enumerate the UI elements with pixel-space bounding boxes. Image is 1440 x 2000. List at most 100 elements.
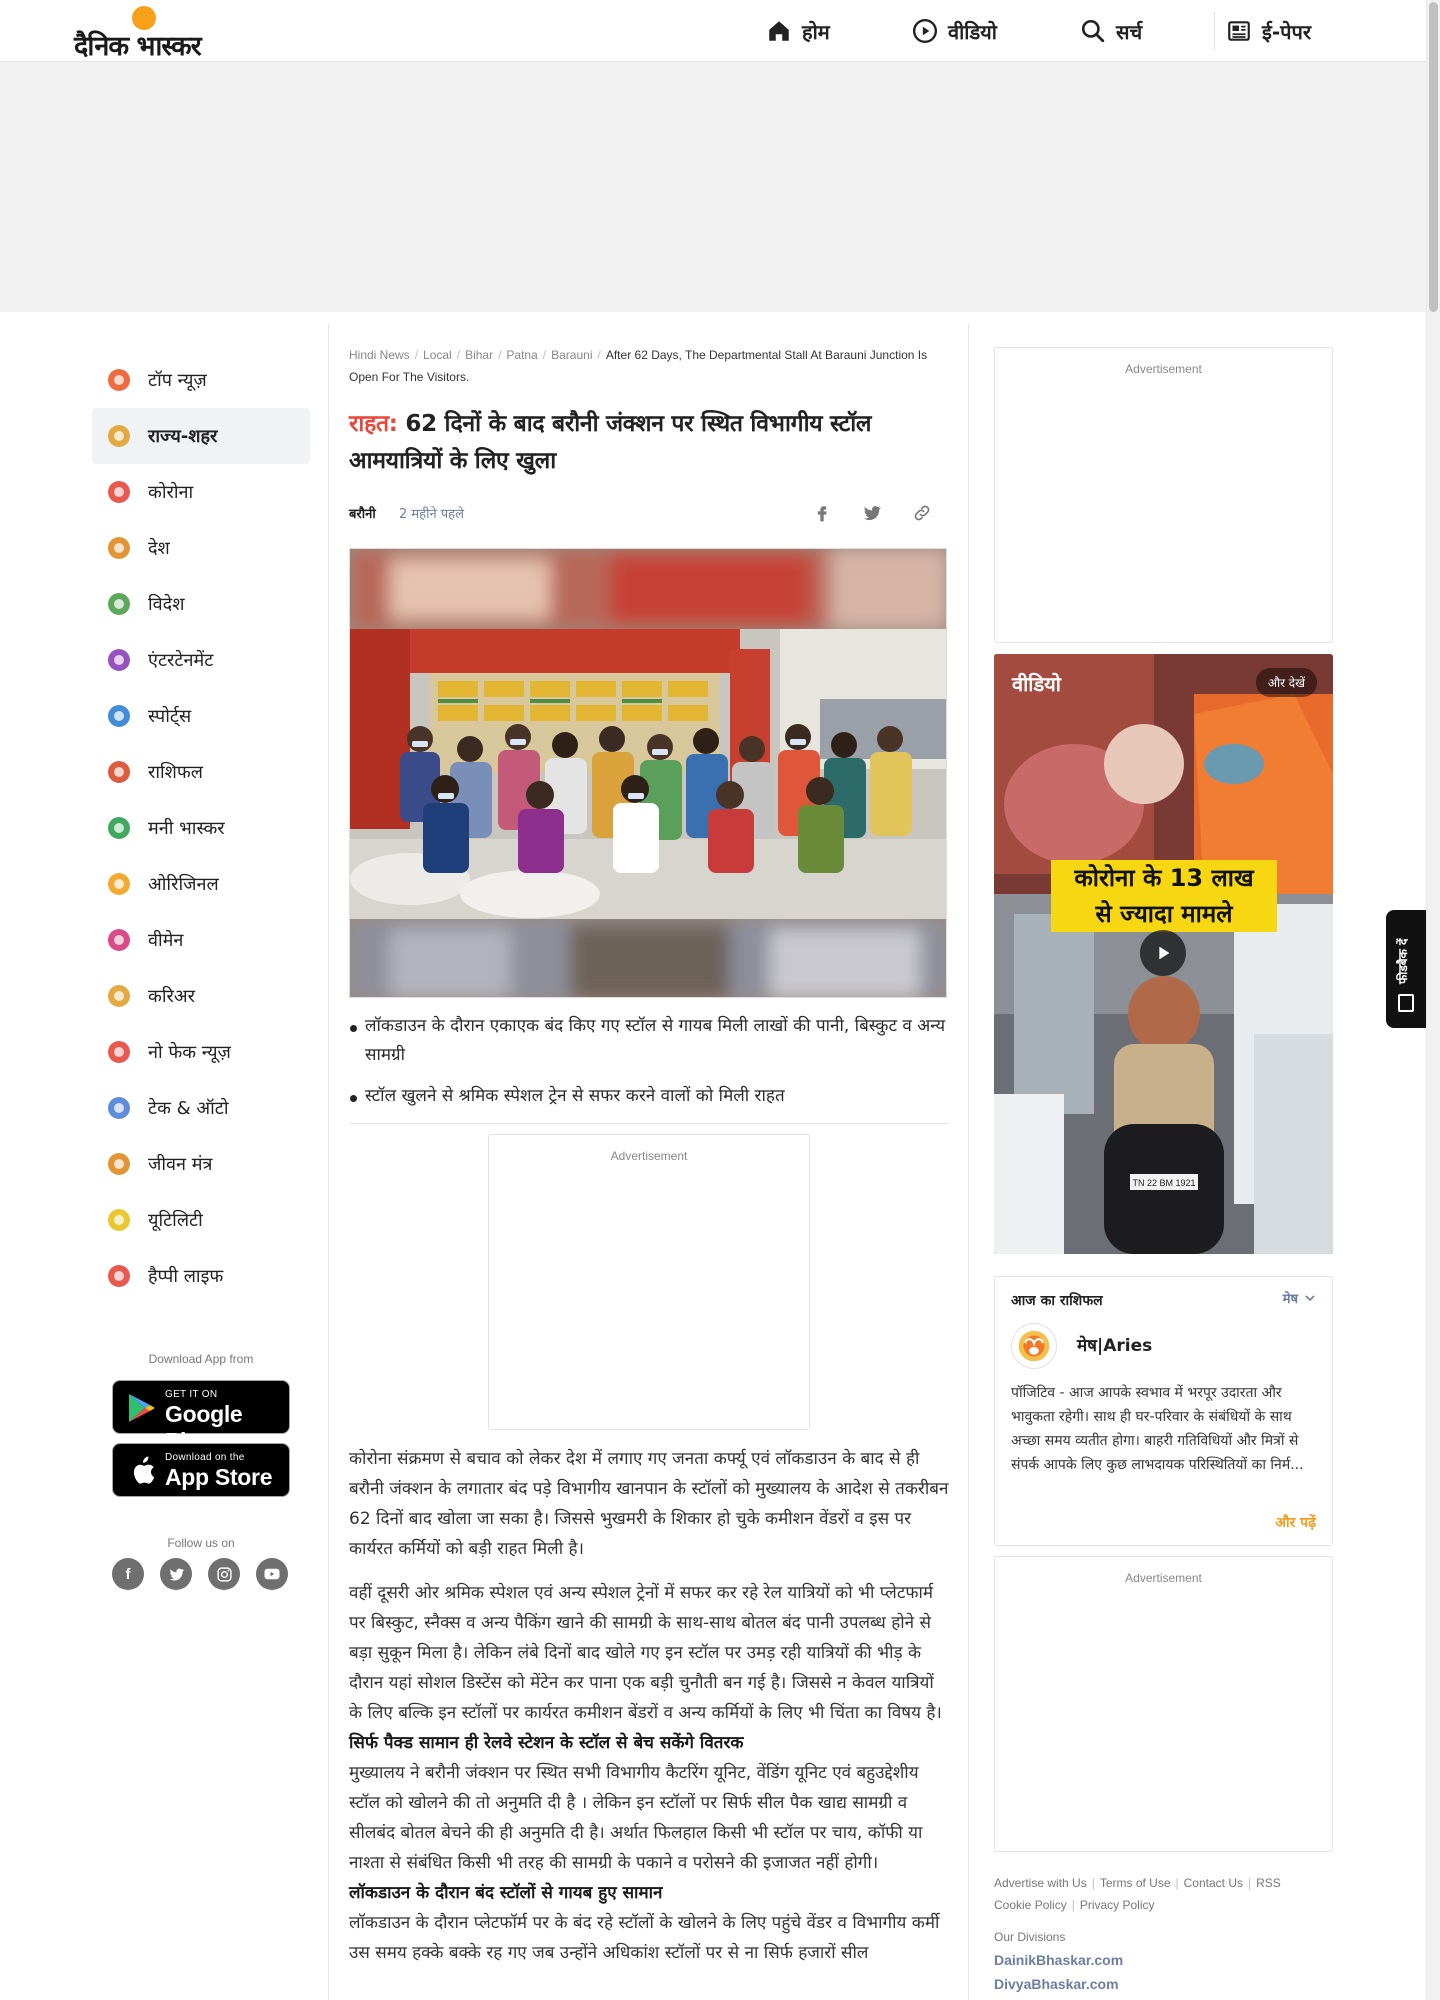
footer-link-rss[interactable]: RSS — [1256, 1876, 1281, 1890]
footer-links: Advertise with Us | Terms of Use | Contact U… — [994, 1876, 1281, 1912]
sidebar-item[interactable]: यूटिलिटी — [92, 1192, 310, 1248]
right-ad-slot-1: Advertisement — [994, 347, 1333, 643]
sidebar-item[interactable]: विदेश — [92, 576, 310, 632]
divisions-label: Our Divisions — [994, 1930, 1066, 1944]
scrollbar-thumb[interactable] — [1429, 2, 1438, 312]
facebook-share-icon[interactable] — [809, 500, 835, 526]
our-divisions: Our Divisions DainikBhaskar.com DivyaBha… — [994, 1930, 1334, 1992]
footer-link-advertise[interactable]: Advertise with Us — [994, 1876, 1087, 1890]
sidebar-item-label: यूटिलिटी — [148, 1210, 203, 1231]
sidebar-item-label: कोरोना — [148, 482, 194, 503]
play-button-icon[interactable] — [1140, 930, 1186, 976]
site-header: दैनिक भास्कर होम वीडियो सर्च ई-पेपर — [0, 0, 1426, 62]
sidebar-item-label: वीमेन — [148, 930, 184, 951]
division-link-divya[interactable]: DivyaBhaskar.com — [994, 1976, 1334, 1992]
sidebar-item-label: करिअर — [148, 986, 195, 1007]
city-buildings-icon — [106, 423, 132, 449]
breadcrumb-patna[interactable]: Patna — [506, 348, 537, 362]
sidebar-item[interactable]: हैप्पी लाइफ — [92, 1248, 310, 1304]
sidebar-item[interactable]: राशिफल — [92, 744, 310, 800]
apple-icon — [133, 1456, 155, 1484]
sidebar-item-label: नो फेक न्यूज़ — [148, 1042, 231, 1063]
video-widget[interactable]: TN 22 BM 1921 वीडियो और देखें कोरोना के … — [994, 654, 1333, 1254]
ad-label: Advertisement — [1125, 1571, 1202, 1585]
article-hero-image[interactable] — [349, 548, 947, 998]
play-circle-icon — [912, 18, 938, 44]
article-paragraph: वहीं दूसरी ओर श्रमिक स्पेशल एवं अन्य स्प… — [349, 1583, 942, 1723]
sidebar-item[interactable]: कोरोना — [92, 464, 310, 520]
sidebar-item-label: हैप्पी लाइफ — [148, 1266, 224, 1287]
sidebar-item[interactable]: टॉप न्यूज़ — [92, 352, 310, 408]
women-swirl-icon — [106, 927, 132, 953]
copy-link-icon[interactable] — [909, 500, 935, 526]
app-store-badge[interactable]: Download on the App Store — [112, 1443, 290, 1497]
article-time: 2 महीने पहले — [399, 507, 464, 522]
breadcrumb-bihar[interactable]: Bihar — [465, 348, 493, 362]
sidebar-item[interactable]: राज्य-शहर — [92, 408, 310, 464]
sidebar-item-label: टॉप न्यूज़ — [148, 370, 207, 391]
nav-epaper[interactable]: ई-पेपर — [1226, 14, 1311, 48]
railway-stall-crowd-photo — [350, 549, 946, 997]
sidebar-item[interactable]: करिअर — [92, 968, 310, 1024]
sidebar-item-label: राज्य-शहर — [148, 426, 218, 447]
article-subheading: सिर्फ पैक्ड सामान ही रेलवे स्टेशन के स्ट… — [349, 1733, 744, 1753]
chevron-down-icon — [1305, 1295, 1315, 1302]
instagram-icon[interactable] — [208, 1558, 240, 1590]
dainik-bhaskar-logo[interactable]: दैनिक भास्कर — [74, 6, 224, 62]
ad-label: Advertisement — [1125, 362, 1202, 376]
video-widget-title: वीडियो — [1012, 672, 1061, 696]
facebook-icon[interactable]: f — [112, 1558, 144, 1590]
google-play-badge[interactable]: GET IT ON Google Play — [112, 1380, 290, 1454]
sidebar-item-label: टेक & ऑटो — [148, 1098, 229, 1119]
sidebar-item[interactable]: स्पोर्ट्स — [92, 688, 310, 744]
sidebar-item[interactable]: देश — [92, 520, 310, 576]
article-place[interactable]: बरौनी — [349, 504, 376, 522]
follow-us-label: Follow us on — [167, 1536, 235, 1550]
breadcrumb-barauni[interactable]: Barauni — [551, 348, 592, 362]
footer-link-terms[interactable]: Terms of Use — [1100, 1876, 1171, 1890]
sidebar-item[interactable]: टेक & ऑटो — [92, 1080, 310, 1136]
video-see-more-button[interactable]: और देखें — [1255, 668, 1317, 697]
sidebar-item[interactable]: जीवन मंत्र — [92, 1136, 310, 1192]
page-scrollbar[interactable] — [1426, 0, 1440, 2000]
nav-search[interactable]: सर्च — [1080, 14, 1142, 48]
rupee-coin-icon — [106, 815, 132, 841]
footer-link-privacy[interactable]: Privacy Policy — [1080, 1898, 1155, 1912]
feedback-label: फीडबैक दें — [1396, 938, 1410, 984]
top-ad-banner — [0, 62, 1426, 312]
bhaskar-original-icon — [106, 871, 132, 897]
sidebar-item-label: राशिफल — [148, 762, 204, 783]
zodiac-wheel-icon — [106, 759, 132, 785]
sidebar-item[interactable]: वीमेन — [92, 912, 310, 968]
breadcrumb-local[interactable]: Local — [423, 348, 452, 362]
rashifal-read-more-link[interactable]: और पढ़ें — [1275, 1513, 1316, 1532]
india-gate-icon — [106, 535, 132, 561]
footer-link-contact[interactable]: Contact Us — [1184, 1876, 1243, 1890]
nav-home[interactable]: होम — [766, 14, 830, 48]
feedback-tab[interactable]: फीडबैक दें — [1386, 910, 1426, 1028]
nav-epaper-label: ई-पेपर — [1262, 19, 1312, 44]
twitter-icon[interactable] — [160, 1558, 192, 1590]
youtube-icon[interactable] — [256, 1558, 288, 1590]
rashifal-title: आज का राशिफल — [1011, 1293, 1103, 1309]
sidebar-item[interactable]: नो फेक न्यूज़ — [92, 1024, 310, 1080]
lamp-icon — [106, 1151, 132, 1177]
video-caption-line-1: कोरोना के 13 लाख — [1051, 860, 1277, 896]
footer-link-cookie[interactable]: Cookie Policy — [994, 1898, 1067, 1912]
sidebar-item-label: विदेश — [148, 594, 185, 615]
nav-video[interactable]: वीडियो — [912, 14, 997, 48]
headline-title: 62 दिनों के बाद बरौनी जंक्शन पर स्थित वि… — [349, 411, 872, 474]
twitter-share-icon[interactable] — [859, 500, 885, 526]
article-highlights: लॉकडाउन के दौरान एकाएक बंद किए गए स्टॉल … — [349, 1012, 949, 1111]
sidebar-item[interactable]: मनी भास्कर — [92, 800, 310, 856]
ad-label: Advertisement — [610, 1149, 688, 1163]
breadcrumb: Hindi News / Local / Bihar / Patna / Barauni / Aft… — [349, 348, 928, 384]
rashifal-sign-dropdown[interactable]: मेष — [1283, 1289, 1318, 1307]
clapperboard-icon — [106, 647, 132, 673]
nav-divider — [1214, 12, 1215, 50]
breadcrumb-hindi-news[interactable]: Hindi News — [349, 348, 410, 362]
sidebar-item[interactable]: ओरिजिनल — [92, 856, 310, 912]
sidebar-item[interactable]: एंटरटेनमेंट — [92, 632, 310, 688]
division-link-dainik[interactable]: DainikBhaskar.com — [994, 1952, 1334, 1968]
newspaper-icon — [1228, 21, 1250, 41]
